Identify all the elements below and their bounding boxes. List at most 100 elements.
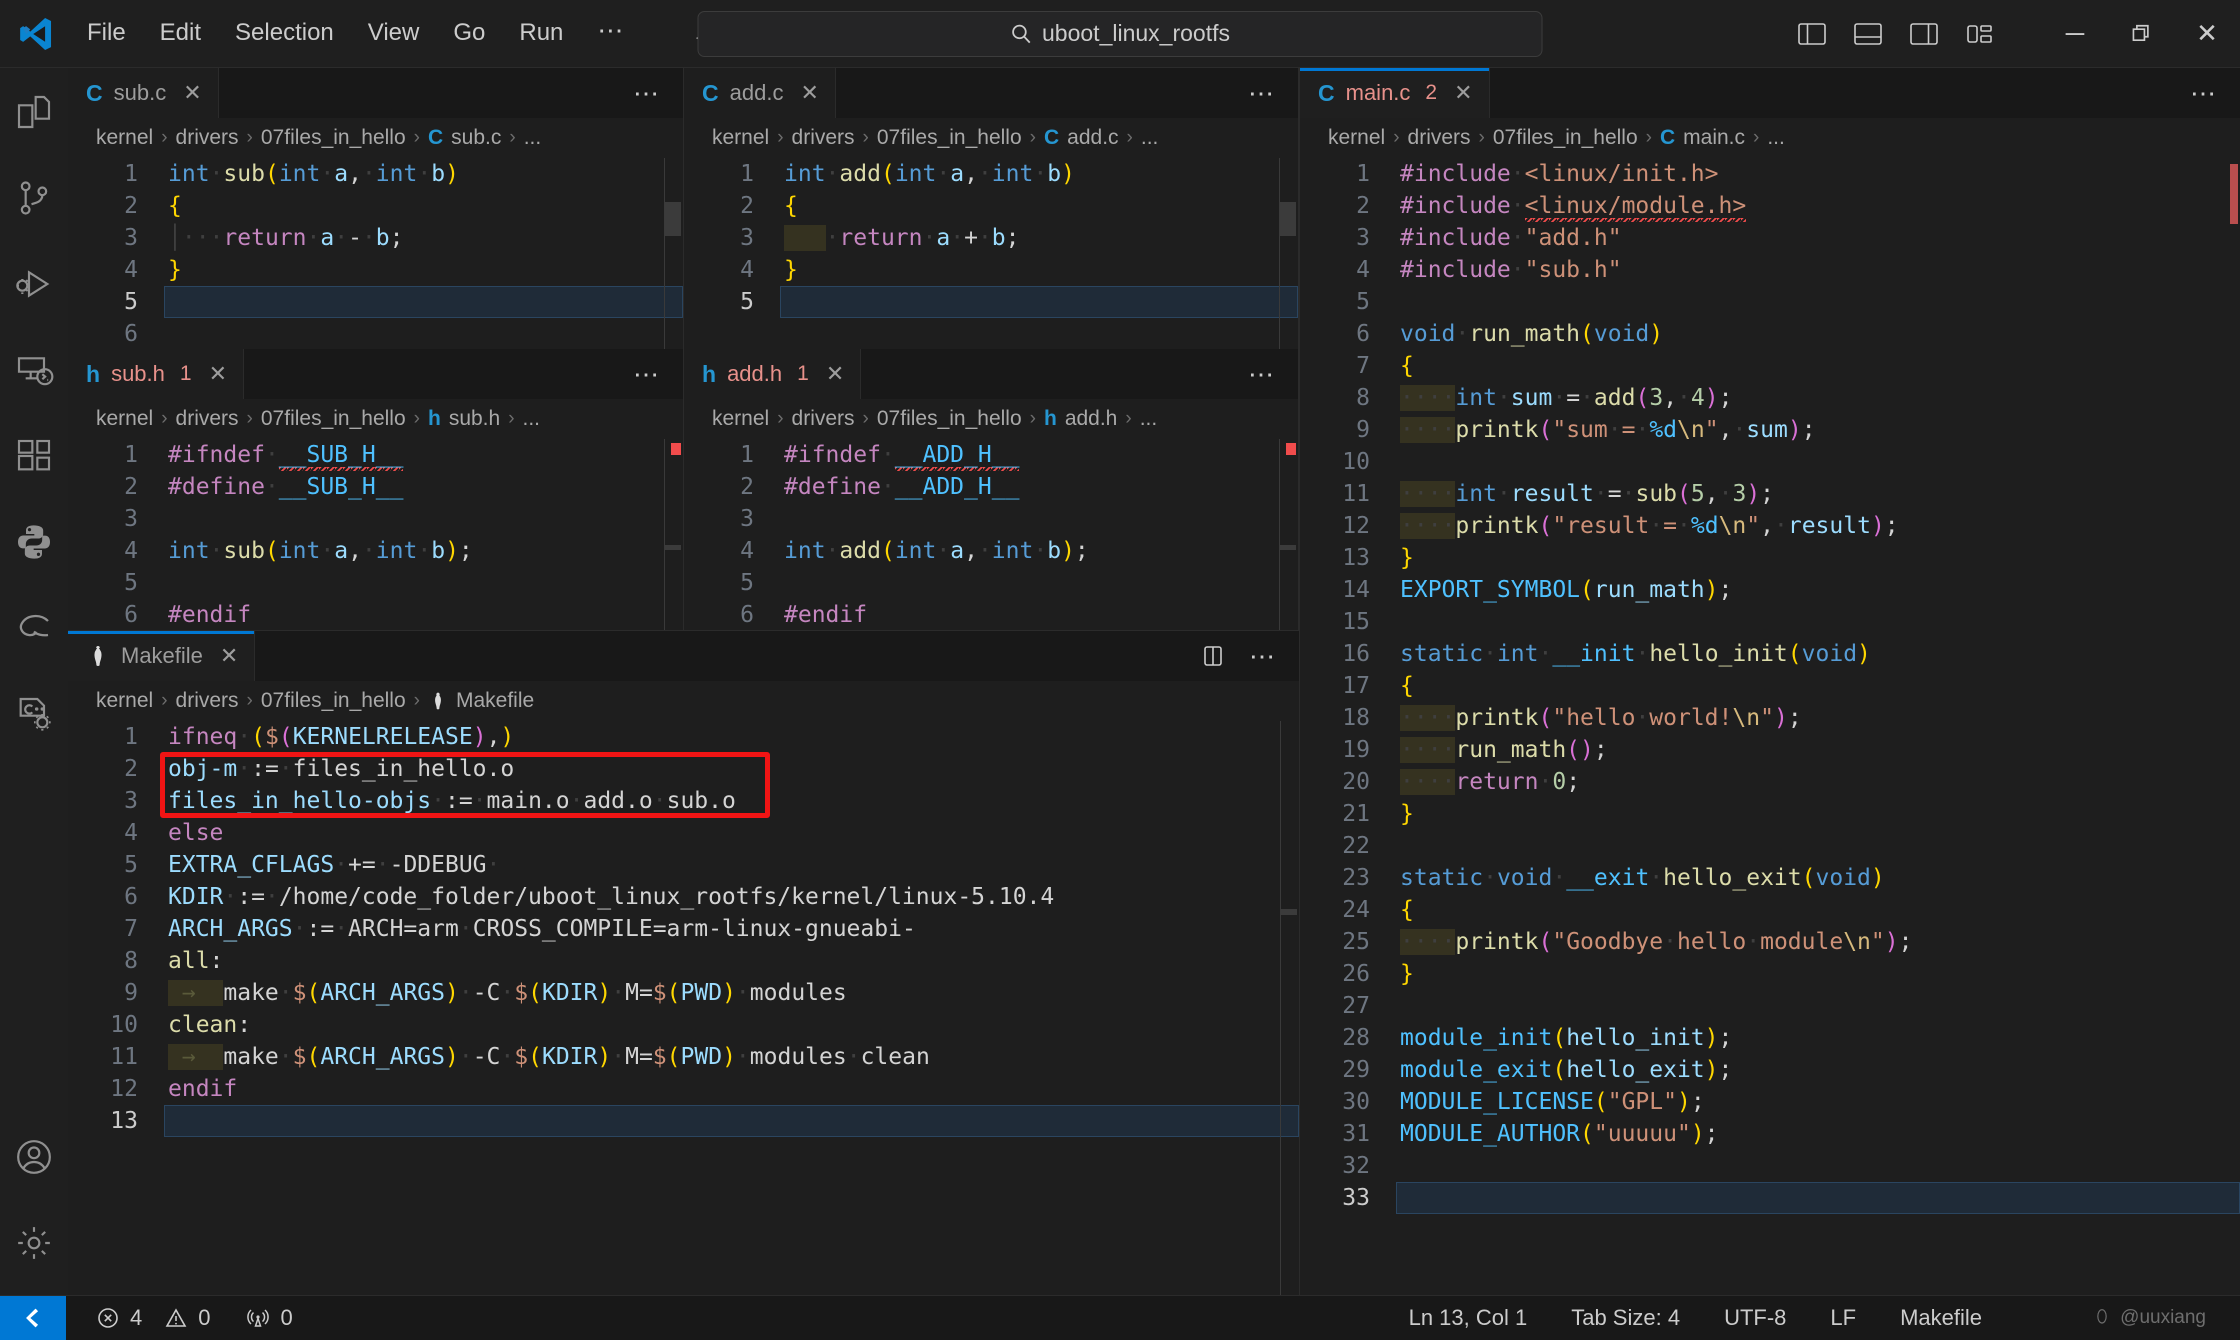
- code-line-text[interactable]: all:: [164, 945, 1299, 977]
- code-line-text[interactable]: [780, 503, 1298, 535]
- extensions-icon[interactable]: [12, 434, 56, 478]
- toggle-secondary-sidebar-icon[interactable]: [1910, 22, 1938, 46]
- code-line[interactable]: 21}: [1300, 798, 2240, 830]
- code-line[interactable]: 2#define·__ADD_H__: [684, 471, 1298, 503]
- code-line[interactable]: 4}: [684, 254, 1298, 286]
- breadcrumb-item[interactable]: Makefile: [456, 689, 534, 713]
- code-line-text[interactable]: [780, 286, 1298, 318]
- breadcrumb-item[interactable]: 07files_in_hello: [261, 689, 406, 713]
- code-line[interactable]: 3files_in_hello-objs·:=·main.o·add.o·sub…: [68, 785, 1299, 817]
- code-line[interactable]: 13}: [1300, 542, 2240, 574]
- breadcrumb-item[interactable]: kernel: [712, 126, 769, 150]
- more-actions-icon[interactable]: ⋯: [1248, 359, 1276, 390]
- breadcrumb-item[interactable]: ...: [1141, 126, 1159, 150]
- menu-go[interactable]: Go: [436, 14, 502, 52]
- code-line[interactable]: 3 ·return·a·+·b;: [684, 222, 1298, 254]
- editor-sub-c[interactable]: 1int·sub(int·a,·int·b)2{3│···return·a·-·…: [68, 158, 683, 349]
- code-line[interactable]: 1ifneq·($(KERNELRELEASE),): [68, 721, 1299, 753]
- close-tab-icon[interactable]: ✕: [826, 361, 844, 387]
- more-actions-icon[interactable]: ⋯: [1249, 641, 1277, 672]
- breadcrumb-add-h[interactable]: kernel› drivers› 07files_in_hello› h add…: [684, 399, 1298, 439]
- tab-add-h[interactable]: h add.h 1 ✕: [684, 349, 861, 399]
- code-line-text[interactable]: {: [1396, 350, 2240, 382]
- menu-bar[interactable]: File Edit Selection View Go Run ⋯: [70, 14, 642, 52]
- code-line[interactable]: 2#define·__SUB_H__: [68, 471, 683, 503]
- code-line[interactable]: 6: [68, 318, 683, 349]
- code-line-text[interactable]: #define·__ADD_H__: [780, 471, 1298, 503]
- code-line-text[interactable]: int·add(int·a,·int·b);: [780, 535, 1298, 567]
- code-line-text[interactable]: [780, 567, 1298, 599]
- code-line[interactable]: 1#include·<linux/init.h>: [1300, 158, 2240, 190]
- code-line-text[interactable]: [1396, 286, 2240, 318]
- editor-makefile[interactable]: 1ifneq·($(KERNELRELEASE),)2obj-m·:=·file…: [68, 721, 1299, 1295]
- code-line-text[interactable]: ····int·result·=·sub(5,·3);: [1396, 478, 2240, 510]
- editor-add-h[interactable]: 1#ifndef·__ADD_H__2#define·__ADD_H__3 4i…: [684, 439, 1298, 630]
- explorer-icon[interactable]: [12, 90, 56, 134]
- code-line-text[interactable]: [1396, 830, 2240, 862]
- code-line[interactable]: 5: [684, 567, 1298, 599]
- code-line-text[interactable]: [164, 503, 683, 535]
- breadcrumb-sub-h[interactable]: kernel› drivers› 07files_in_hello› h sub…: [68, 399, 683, 439]
- breadcrumb-item[interactable]: kernel: [712, 407, 769, 431]
- code-line[interactable]: 7ARCH_ARGS·:=·ARCH=arm·CROSS_COMPILE=arm…: [68, 913, 1299, 945]
- code-line[interactable]: 13: [68, 1105, 1299, 1137]
- tab-main-c[interactable]: C main.c 2 ✕: [1300, 68, 1490, 118]
- breadcrumb-item[interactable]: add.c: [1067, 126, 1118, 150]
- code-line[interactable]: 12····printk("result·=·%d\n",·result);: [1300, 510, 2240, 542]
- code-line-text[interactable]: MODULE_LICENSE("GPL");: [1396, 1086, 2240, 1118]
- accounts-icon[interactable]: [12, 1135, 56, 1179]
- code-line-text[interactable]: files_in_hello-objs·:=·main.o·add.o·sub.…: [164, 785, 1299, 817]
- breadcrumb-item[interactable]: main.c: [1683, 126, 1745, 150]
- breadcrumb-item[interactable]: 07files_in_hello: [261, 126, 406, 150]
- code-line-text[interactable]: ····printk("Goodbye·hello·module\n");: [1396, 926, 2240, 958]
- code-line-text[interactable]: ····printk("hello·world!\n");: [1396, 702, 2240, 734]
- code-line[interactable]: 7{: [1300, 350, 2240, 382]
- code-line[interactable]: 17{: [1300, 670, 2240, 702]
- breadcrumb-item[interactable]: kernel: [1328, 126, 1385, 150]
- breadcrumb-item[interactable]: 07files_in_hello: [1493, 126, 1638, 150]
- menu-more[interactable]: ⋯: [580, 16, 642, 51]
- maximize-restore-button[interactable]: [2108, 0, 2174, 68]
- tab-makefile[interactable]: Makefile ✕: [68, 631, 255, 681]
- code-line-text[interactable]: [164, 286, 683, 318]
- code-line-text[interactable]: else: [164, 817, 1299, 849]
- split-editor-icon[interactable]: [1201, 644, 1225, 668]
- code-line[interactable]: 30MODULE_LICENSE("GPL");: [1300, 1086, 2240, 1118]
- code-line[interactable]: 6KDIR·:=·/home/code_folder/uboot_linux_r…: [68, 881, 1299, 913]
- overview-ruler[interactable]: [1278, 439, 1298, 630]
- overview-ruler[interactable]: [663, 158, 683, 349]
- code-line[interactable]: 12endif: [68, 1073, 1299, 1105]
- code-line-text[interactable]: module_exit(hello_exit);: [1396, 1054, 2240, 1086]
- breadcrumb-item[interactable]: drivers: [792, 126, 855, 150]
- code-line[interactable]: 27: [1300, 990, 2240, 1022]
- close-tab-icon[interactable]: ✕: [183, 80, 201, 106]
- editor-main-c[interactable]: 1#include·<linux/init.h>2#include·<linux…: [1300, 158, 2240, 1295]
- code-line-text[interactable]: [1396, 1150, 2240, 1182]
- code-line-text[interactable]: [1396, 446, 2240, 478]
- code-line[interactable]: 4else: [68, 817, 1299, 849]
- code-line[interactable]: 2{: [68, 190, 683, 222]
- code-line-text[interactable]: #endif: [780, 599, 1298, 630]
- remote-explorer-icon[interactable]: [12, 348, 56, 392]
- menu-selection[interactable]: Selection: [218, 14, 351, 52]
- code-line[interactable]: 8····int·sum·=·add(3,·4);: [1300, 382, 2240, 414]
- breadcrumb-add-c[interactable]: kernel› drivers› 07files_in_hello› C add…: [684, 118, 1298, 158]
- search-input-value[interactable]: uboot_linux_rootfs: [1042, 20, 1230, 47]
- code-line[interactable]: 31MODULE_AUTHOR("uuuuu");: [1300, 1118, 2240, 1150]
- code-line[interactable]: 9 → make·$(ARCH_ARGS)·-C·$(KDIR)·M=$(PWD…: [68, 977, 1299, 1009]
- code-line-text[interactable]: {: [164, 190, 683, 222]
- code-line-text[interactable]: }: [1396, 798, 2240, 830]
- code-line[interactable]: 11 → make·$(ARCH_ARGS)·-C·$(KDIR)·M=$(PW…: [68, 1041, 1299, 1073]
- code-line-text[interactable]: endif: [164, 1073, 1299, 1105]
- code-line[interactable]: 3#include·"add.h": [1300, 222, 2240, 254]
- breadcrumb-item[interactable]: ...: [523, 407, 541, 431]
- code-line[interactable]: 3: [68, 503, 683, 535]
- code-line[interactable]: 3: [684, 503, 1298, 535]
- code-line[interactable]: 4int·sub(int·a,·int·b);: [68, 535, 683, 567]
- overview-ruler[interactable]: [663, 439, 683, 630]
- code-line-text[interactable]: [1396, 1182, 2240, 1214]
- code-line[interactable]: 3│···return·a·-·b;: [68, 222, 683, 254]
- code-line-text[interactable]: #include·<linux/module.h>: [1396, 190, 2240, 222]
- code-line[interactable]: 4#include·"sub.h": [1300, 254, 2240, 286]
- code-line[interactable]: 6#endif: [68, 599, 683, 630]
